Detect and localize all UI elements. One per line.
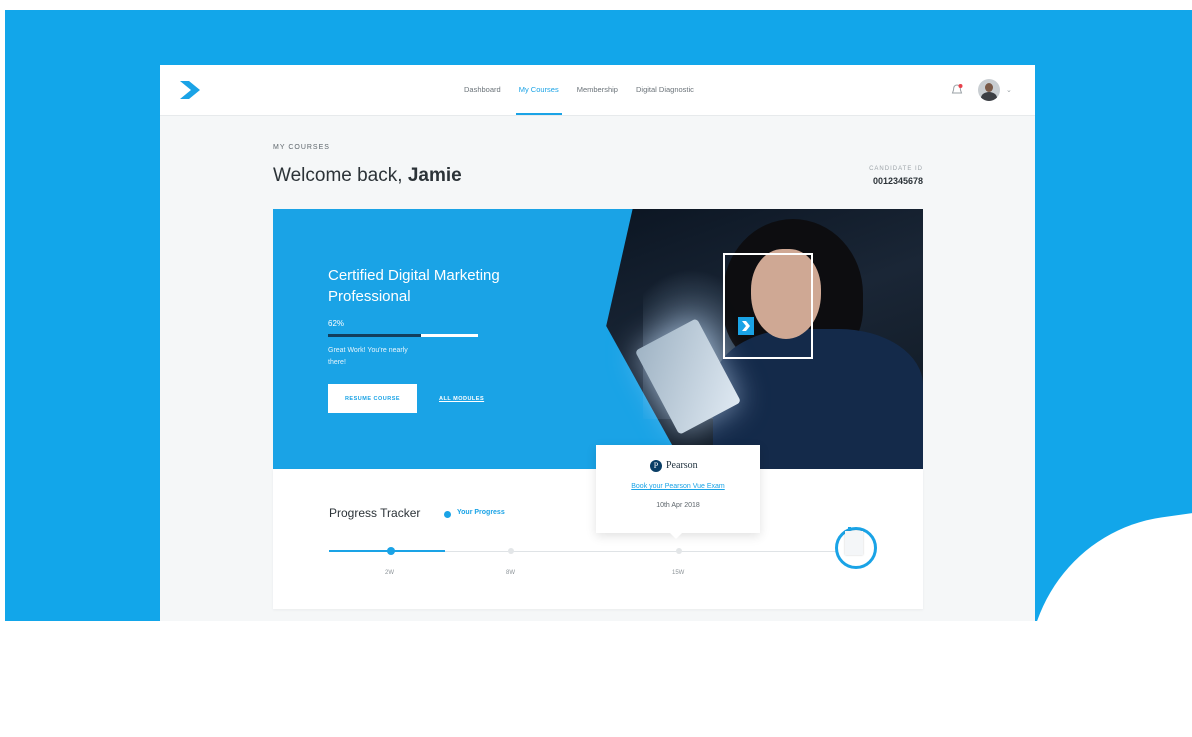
resume-course-button[interactable]: RESUME COURSE <box>328 384 417 413</box>
pearson-logo-icon: P <box>650 460 662 472</box>
course-title: Certified Digital Marketing Professional <box>328 267 500 305</box>
milestone-label: 8W <box>506 570 515 576</box>
logo-chevron-icon[interactable] <box>180 81 200 99</box>
milestone-dot[interactable] <box>508 548 514 554</box>
page-eyebrow: MY COURSES <box>273 144 330 151</box>
certificate-icon <box>845 531 863 555</box>
progress-bar-fill <box>328 334 421 337</box>
nav-my-courses[interactable]: My Courses <box>510 65 568 115</box>
user-name: Jamie <box>407 165 462 186</box>
progress-bar <box>328 334 478 337</box>
welcome-prefix: Welcome back, <box>273 165 403 186</box>
candidate-id-value: 0012345678 <box>872 176 923 186</box>
frame-square <box>723 253 813 359</box>
course-hero: Certified Digital Marketing Professional… <box>273 209 923 469</box>
exam-date: 10th Apr 2018 <box>656 502 700 509</box>
all-modules-link[interactable]: ALL MODULES <box>439 396 484 402</box>
avatar[interactable] <box>978 79 1000 101</box>
nav-digital-diagnostic[interactable]: Digital Diagnostic <box>627 65 703 115</box>
milestone-label: 2W <box>385 570 394 576</box>
notification-bell-icon[interactable] <box>950 83 964 97</box>
legend-dot <box>444 511 451 518</box>
nav-dashboard[interactable]: Dashboard <box>455 65 510 115</box>
app-window: Dashboard My Courses Membership Digital … <box>160 65 1035 621</box>
main-nav: Dashboard My Courses Membership Digital … <box>455 65 703 115</box>
progress-percent: 62% <box>328 319 345 328</box>
milestone-label: 15W <box>672 570 685 576</box>
book-exam-link[interactable]: Book your Pearson Vue Exam <box>596 483 760 490</box>
pearson-exam-card: P Pearson Book your Pearson Vue Exam 10t… <box>596 445 760 539</box>
top-navbar: Dashboard My Courses Membership Digital … <box>160 65 1035 115</box>
milestone-dot[interactable] <box>676 548 682 554</box>
legend-label: Your Progress <box>457 509 505 516</box>
nav-membership[interactable]: Membership <box>568 65 627 115</box>
candidate-id-label: CANDIDATE ID <box>869 166 923 172</box>
tracker-title: Progress Tracker <box>329 506 421 520</box>
chevron-down-icon[interactable]: ⌄ <box>1006 86 1012 94</box>
page-title: Welcome back, Jamie <box>273 165 462 187</box>
milestone-current-dot[interactable] <box>387 547 395 555</box>
certificate-marker <box>848 527 851 530</box>
badge-chevron-icon <box>738 317 754 335</box>
pearson-brand: Pearson <box>666 460 698 471</box>
encouragement-text: Great Work! You're nearly there! <box>328 347 408 366</box>
